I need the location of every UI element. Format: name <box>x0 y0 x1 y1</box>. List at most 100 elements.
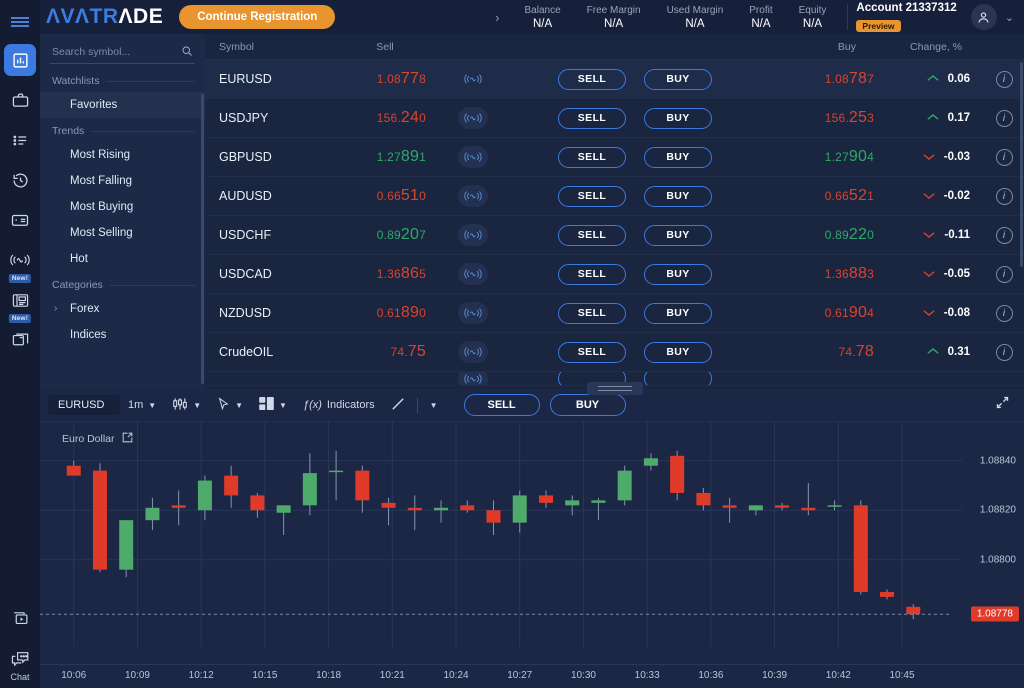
row-buy-button[interactable]: BUY <box>644 107 712 129</box>
timeframe-selector[interactable]: 1m ▼ <box>120 395 164 415</box>
sidebar-item-news[interactable]: New! <box>4 284 36 323</box>
row-sell-button[interactable]: SELL <box>558 146 626 168</box>
drawing-tool-dropdown[interactable]: ▼ <box>422 397 446 414</box>
continue-registration-button[interactable]: Continue Registration <box>179 5 336 29</box>
row-sell-price[interactable]: 156.240 <box>330 109 440 127</box>
info-icon[interactable]: i <box>995 343 1013 361</box>
row-buy-button[interactable]: BUY <box>644 146 712 168</box>
price-alert-icon[interactable] <box>458 146 488 168</box>
price-axis[interactable]: 1.08840 1.08820 1.08800 1.08778 <box>950 422 1024 664</box>
table-row[interactable]: EURUSD 1.08778 SELL BUY 1.08787 0.06 i <box>205 60 1024 99</box>
watchlist-item-indices[interactable]: Indices <box>40 322 205 348</box>
indicators-button[interactable]: ƒ(x) Indicators <box>295 395 383 415</box>
row-buy-button[interactable]: BUY <box>644 185 712 207</box>
watchlist-item-most-buying[interactable]: Most Buying <box>40 194 205 220</box>
row-buy-button[interactable]: BUY <box>644 263 712 285</box>
open-external-icon[interactable] <box>122 432 133 446</box>
row-sell-price[interactable]: 0.61890 <box>330 304 440 322</box>
row-sell-price[interactable]: 0.66510 <box>330 187 440 205</box>
table-row[interactable]: USDCAD 1.36865 SELL BUY 1.36883 -0.05 i <box>205 255 1024 294</box>
row-sell-button[interactable]: SELL <box>558 341 626 363</box>
row-sell-button[interactable]: SELL <box>558 302 626 324</box>
row-sell-price[interactable]: 1.08778 <box>330 70 440 88</box>
row-buy-price[interactable]: 0.61904 <box>764 304 884 322</box>
search-input[interactable] <box>50 43 195 63</box>
row-sell-price[interactable]: 1.36865 <box>330 265 440 283</box>
watchlist-scrollbar[interactable] <box>201 94 204 384</box>
row-buy-price[interactable]: 0.66521 <box>764 187 884 205</box>
chevron-right-icon[interactable]: › <box>495 10 499 25</box>
price-alert-icon[interactable] <box>458 302 488 324</box>
layout-selector[interactable]: ▼ <box>251 393 295 417</box>
info-icon[interactable]: i <box>995 109 1013 127</box>
row-sell-button[interactable]: SELL <box>558 185 626 207</box>
avatar[interactable] <box>970 4 997 30</box>
row-buy-button[interactable]: BUY <box>644 341 712 363</box>
watchlist-item-most-rising[interactable]: Most Rising <box>40 142 205 168</box>
row-buy-price[interactable]: 156.253 <box>764 109 884 127</box>
chevron-down-icon[interactable]: ⌄ <box>1005 11 1014 24</box>
price-alert-icon[interactable] <box>458 224 488 246</box>
row-buy-button[interactable]: BUY <box>644 224 712 246</box>
sidebar-item-portfolio[interactable] <box>4 84 36 116</box>
table-row[interactable]: USDJPY 156.240 SELL BUY 156.253 0.17 i <box>205 99 1024 138</box>
account-info[interactable]: Account 21337312 Preview <box>856 1 957 34</box>
table-scrollbar[interactable] <box>1020 62 1023 267</box>
sidebar-item-funds[interactable] <box>4 204 36 236</box>
table-row[interactable]: USDCHF 0.89207 SELL BUY 0.89220 -0.11 i <box>205 216 1024 255</box>
row-buy-price[interactable]: 1.27904 <box>764 148 884 166</box>
row-buy-price[interactable]: 1.36883 <box>764 265 884 283</box>
price-alert-icon[interactable] <box>458 372 488 385</box>
row-sell-button[interactable]: SELL <box>558 263 626 285</box>
row-sell-price[interactable]: 1.27891 <box>330 148 440 166</box>
row-sell-button[interactable]: SELL <box>558 107 626 129</box>
row-buy-button[interactable]: BUY <box>644 302 712 324</box>
info-icon[interactable]: i <box>995 265 1013 283</box>
watchlist-item-hot[interactable]: Hot <box>40 246 205 272</box>
sidebar-item-trading[interactable] <box>4 44 36 76</box>
watchlist-item-most-selling[interactable]: Most Selling <box>40 220 205 246</box>
table-row[interactable]: NZDUSD 0.61890 SELL BUY 0.61904 -0.08 i <box>205 294 1024 333</box>
row-buy-price[interactable]: 0.89220 <box>764 226 884 244</box>
price-alert-icon[interactable] <box>458 185 488 207</box>
table-row[interactable]: CrudeOIL 74.75 SELL BUY 74.78 0.31 i <box>205 333 1024 372</box>
chart-type-selector[interactable]: ▼ <box>164 393 209 418</box>
price-alert-icon[interactable] <box>458 341 488 363</box>
watchlist-item-most-falling[interactable]: Most Falling <box>40 168 205 194</box>
price-alert-icon[interactable] <box>458 107 488 129</box>
info-icon[interactable]: i <box>995 70 1013 88</box>
watchlist-item-favorites[interactable]: Favorites <box>40 92 205 118</box>
info-icon[interactable]: i <box>995 148 1013 166</box>
row-sell-price[interactable]: 74.75 <box>330 343 440 361</box>
menu-toggle-button[interactable] <box>0 8 40 36</box>
price-alert-icon[interactable] <box>458 68 488 90</box>
time-axis[interactable]: 10:06 10:09 10:12 10:15 10:18 10:21 10:24 10:27… <box>40 664 1024 688</box>
row-sell-button[interactable]: SELL <box>558 68 626 90</box>
chart-canvas-area[interactable]: Euro Dollar 1.08840 1.08820 1.08800 1.08778 <box>40 422 1024 664</box>
info-icon[interactable]: i <box>995 226 1013 244</box>
info-icon[interactable]: i <box>995 187 1013 205</box>
sidebar-item-signals[interactable]: New! <box>4 244 36 283</box>
sidebar-item-windows[interactable] <box>4 324 36 356</box>
row-sell-button[interactable]: SELL <box>558 224 626 246</box>
chart-sell-button[interactable]: SELL <box>463 394 540 416</box>
sidebar-item-orders[interactable] <box>4 124 36 156</box>
row-sell-price[interactable]: 0.89207 <box>330 226 440 244</box>
table-row[interactable]: AUDUSD 0.66510 SELL BUY 0.66521 -0.02 i <box>205 177 1024 216</box>
info-icon[interactable]: i <box>995 304 1013 322</box>
table-row[interactable]: GBPUSD 1.27891 SELL BUY 1.27904 -0.03 i <box>205 138 1024 177</box>
cursor-tool-selector[interactable]: ▼ <box>209 393 251 418</box>
search-icon[interactable] <box>181 44 193 62</box>
row-buy-button[interactable]: BUY <box>644 68 712 90</box>
row-buy-button[interactable] <box>644 372 712 385</box>
chart-symbol-selector[interactable]: EURUSD <box>48 395 120 415</box>
drawing-tool-button[interactable] <box>383 393 413 418</box>
watchlist-item-forex[interactable]: › Forex <box>40 296 205 322</box>
row-buy-price[interactable]: 74.78 <box>764 343 884 361</box>
chart-buy-button[interactable]: BUY <box>549 394 626 416</box>
price-alert-icon[interactable] <box>458 263 488 285</box>
sidebar-item-video[interactable] <box>4 602 36 634</box>
expand-chart-button[interactable] <box>991 391 1014 419</box>
sidebar-item-history[interactable] <box>4 164 36 196</box>
sidebar-item-chat[interactable] <box>4 642 36 674</box>
